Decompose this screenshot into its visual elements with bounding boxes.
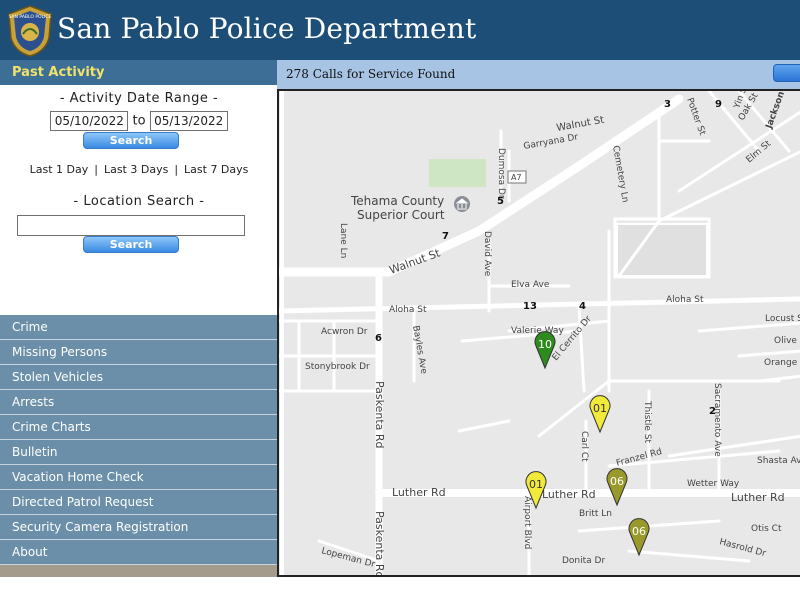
call-count-label[interactable]: 7 [442, 231, 449, 242]
street-label: Airport Blvd [522, 496, 532, 549]
street-label: Elva Ave [511, 280, 550, 290]
date-range-row: 05/10/2022 to 05/13/2022 [2, 111, 276, 131]
street-label: Shasta Av [757, 456, 800, 466]
last-7-days-link[interactable]: Last 7 Days [184, 163, 248, 176]
poi-name-line1: Tehama County [350, 194, 444, 208]
menu-item-stolen-vehicles[interactable]: Stolen Vehicles [0, 365, 277, 390]
street-label: Aloha St [666, 295, 704, 305]
call-count-label[interactable]: 3 [664, 99, 671, 110]
crime-map[interactable]: Walnut St Walnut St Garryana Dr Dumosa D… [277, 89, 800, 577]
date-search-button[interactable]: Search [83, 132, 179, 149]
location-search-input[interactable] [17, 215, 245, 236]
call-count-label[interactable]: 6 [375, 333, 382, 344]
activity-search-panel: - Activity Date Range - 05/10/2022 to 05… [2, 85, 276, 315]
street-label: Paskenta Rd [373, 511, 386, 577]
street-label: Olive S [774, 336, 800, 346]
street-label: Carl Ct [579, 431, 589, 462]
street-label: Stonybrook Dr [305, 362, 370, 372]
date-range-title: - Activity Date Range - [59, 91, 219, 106]
street-label: Paskenta Rd [373, 381, 386, 449]
street-label: Aloha St [389, 305, 427, 315]
pin-label: 10 [538, 338, 552, 351]
quick-range-links: Last 1 Day | Last 3 Days | Last 7 Days [2, 163, 276, 176]
street-label: Britt Ln [579, 509, 612, 519]
call-count-label[interactable]: 9 [715, 99, 722, 110]
menu-item-about[interactable]: About [0, 540, 277, 565]
street-label: Acwron Dr [321, 327, 368, 337]
street-label: Orange S [764, 358, 800, 368]
main-menu: Crime Missing Persons Stolen Vehicles Ar… [0, 315, 277, 565]
site-header: SAN PABLO POLICE San Pablo Police Depart… [0, 0, 800, 60]
pin-label: 01 [529, 478, 543, 491]
end-date-input[interactable]: 05/13/2022 [149, 111, 228, 131]
call-count-label[interactable]: 2 [709, 406, 716, 417]
site-title: San Pablo Police Department [57, 12, 477, 45]
street-label: Donita Dr [562, 556, 605, 566]
menu-item-vacation-home-check[interactable]: Vacation Home Check [0, 465, 277, 490]
badge-text: SAN PABLO POLICE [9, 14, 52, 20]
call-count-label[interactable]: 4 [579, 301, 586, 312]
menu-item-missing-persons[interactable]: Missing Persons [0, 340, 277, 365]
menu-item-crime[interactable]: Crime [0, 315, 277, 340]
menu-item-directed-patrol-request[interactable]: Directed Patrol Request [0, 490, 277, 515]
street-label: Lane Ln [338, 223, 348, 258]
menu-footer-strip [0, 565, 277, 577]
pin-label: 01 [593, 402, 607, 415]
highway-label: A7 [511, 173, 522, 182]
menu-item-crime-charts[interactable]: Crime Charts [0, 415, 277, 440]
pin-label: 06 [632, 525, 646, 538]
past-activity-heading: Past Activity [0, 60, 277, 85]
park-area [429, 159, 486, 187]
street-label: Dumosa Dr [496, 148, 506, 199]
menu-item-security-camera-registration[interactable]: Security Camera Registration [0, 515, 277, 540]
street-label: Sacramento Ave [712, 383, 722, 457]
call-count-label[interactable]: 5 [497, 196, 504, 207]
map-canvas[interactable]: Walnut St Walnut St Garryana Dr Dumosa D… [279, 91, 800, 577]
street-label: David Ave [482, 231, 492, 277]
street-label: Luther Rd [392, 486, 446, 499]
street-label: Wetter Way [687, 479, 740, 489]
poi-name-line2: Superior Court [357, 208, 445, 222]
results-count-text: 278 Calls for Service Found [286, 67, 456, 81]
last-3-days-link[interactable]: Last 3 Days [104, 163, 168, 176]
date-to-label: to [132, 113, 146, 129]
call-count-label[interactable]: 13 [523, 301, 537, 312]
street-label: Locust St [765, 314, 800, 324]
quick-sep: | [94, 163, 98, 176]
location-search-title: - Location Search - [73, 194, 205, 209]
street-label: Thistle St [642, 400, 652, 444]
last-1-day-link[interactable]: Last 1 Day [30, 163, 89, 176]
pin-label: 06 [610, 475, 624, 488]
results-view-button[interactable] [773, 64, 800, 82]
menu-item-bulletin[interactable]: Bulletin [0, 440, 277, 465]
results-bar: 278 Calls for Service Found [277, 60, 800, 89]
quick-sep: | [174, 163, 179, 176]
menu-item-arrests[interactable]: Arrests [0, 390, 277, 415]
street-label: Luther Rd [731, 491, 785, 504]
sidebar: Past Activity - Activity Date Range - 05… [0, 60, 277, 600]
location-search-button[interactable]: Search [83, 236, 179, 253]
start-date-input[interactable]: 05/10/2022 [50, 111, 129, 131]
police-badge-icon: SAN PABLO POLICE [8, 5, 52, 57]
street-label: Otis Ct [751, 524, 782, 534]
street-label: Luther Rd [542, 488, 596, 501]
